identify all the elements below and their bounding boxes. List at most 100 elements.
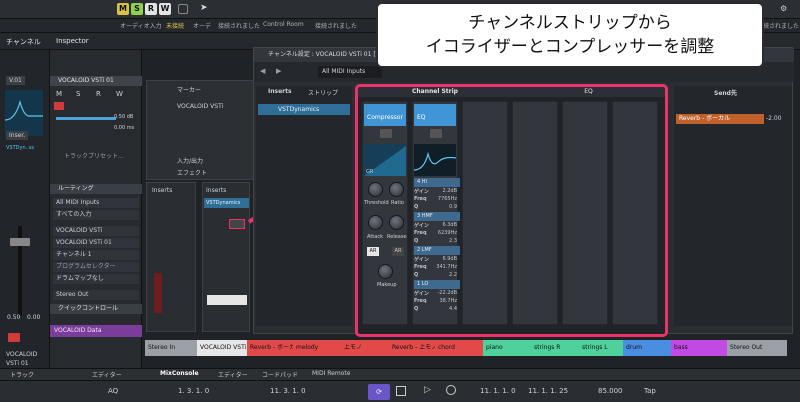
tab-midi-remote[interactable]: MIDI Remote [312, 370, 350, 377]
tab-editor[interactable]: エディター [218, 370, 248, 379]
track-color-segment[interactable]: 上モノ [341, 340, 389, 356]
tab-track[interactable]: トラック [10, 370, 34, 379]
routing-section[interactable]: ルーティング [50, 184, 142, 194]
inserts-tab[interactable]: Inserts [268, 88, 292, 95]
send-slot[interactable]: Reverb - ボーカル [676, 114, 764, 124]
tap-button[interactable]: Tap [644, 387, 656, 395]
marker-track[interactable]: マーカー [177, 85, 201, 94]
sends-header: Send先 [714, 90, 737, 97]
track-color-segment[interactable]: strings R [531, 340, 579, 356]
track-color-segment[interactable]: melody [293, 340, 341, 356]
output-channel-select[interactable]: チャンネル 1 [53, 250, 139, 260]
track-color-bar: Stereo InVOCALOID VSTi 01Reverb - ボーカルme… [145, 340, 800, 356]
program-selector[interactable]: プログラムセレクター [53, 262, 139, 272]
sends-pane: Send先 Reverb - ボーカル -2.00 [674, 86, 792, 326]
track-color-segment[interactable]: chord [435, 340, 483, 356]
forward-icon[interactable]: ▶ [276, 67, 281, 75]
volume-fader[interactable] [10, 238, 30, 246]
read-mode-button[interactable]: R [145, 3, 157, 15]
track-color-segment[interactable]: Reverb - ボーカル [247, 340, 293, 356]
callout-line-2: イコライザーとコンプレッサーを調整 [425, 37, 715, 57]
mixer-inserts-label: Inserts [152, 187, 173, 194]
drum-map-select[interactable]: ドラムマップなし [53, 274, 139, 284]
output-select[interactable]: VOCALOID VSTi [53, 226, 139, 236]
tempo-value[interactable]: 85.000 [598, 387, 623, 395]
track-color-segment[interactable]: piano [483, 340, 531, 356]
left-col-title: チャンネル [6, 38, 41, 46]
status-item: オーディオ入力 [120, 23, 162, 30]
midi-input-select[interactable]: All MIDI Inputs [53, 198, 139, 208]
solo-mode-button[interactable]: S [131, 3, 143, 15]
routing-label: ルーティング [58, 185, 94, 192]
position-end[interactable]: 11. 1. 1. 25 [528, 387, 568, 395]
record-button[interactable] [8, 333, 20, 342]
mixer-inserts-label: Inserts [206, 187, 227, 194]
status-item: オーデ [193, 23, 212, 30]
callout-line-1: チャンネルストリップから [468, 13, 672, 33]
insert-slot-vstdynamics[interactable]: VSTDynamics [204, 198, 249, 208]
stereo-out-select[interactable]: Stereo Out [53, 290, 139, 300]
input-channel-select[interactable]: すべての入力 [53, 210, 139, 220]
play-button[interactable]: ▷ [424, 385, 431, 395]
status-item: Control Room [263, 21, 304, 28]
pan-value: 0.00 [27, 314, 41, 321]
highlight-box [355, 84, 668, 337]
level-meter [154, 273, 162, 313]
tab-editor-left[interactable]: エディター [92, 370, 122, 379]
solo-button[interactable]: S [76, 90, 80, 98]
volume-slider[interactable] [56, 117, 116, 120]
stop-button[interactable] [396, 386, 406, 396]
settings-icon[interactable]: ⚙ [780, 4, 787, 13]
position-mid[interactable]: 11. 3. 1. 0 [270, 387, 306, 395]
track-name: VOCALOID [6, 351, 38, 358]
ms-row: M S R W [54, 90, 134, 100]
tab-mixconsole[interactable]: MixConsole [160, 370, 199, 377]
cycle-button[interactable]: ⟳ [368, 384, 390, 400]
track-color-segment[interactable]: Reverb - 上モノ [389, 340, 435, 356]
position-right[interactable]: 11. 1. 1. 0 [480, 387, 516, 395]
tab-chordpad[interactable]: コードパッド [262, 370, 298, 379]
track-color-segment[interactable]: Stereo In [145, 340, 197, 356]
track-preset[interactable]: トラックプリセット... [64, 151, 124, 160]
write-mode-button[interactable]: W [159, 3, 171, 15]
inspector-track-header[interactable]: VOCALOID VSTi 01 [50, 76, 142, 86]
track-color-segment[interactable]: VOCALOID VSTi 01 [197, 340, 247, 356]
midi-input-dropdown[interactable]: All MIDI Inputs [318, 66, 382, 78]
record-enable-button[interactable] [54, 102, 64, 110]
track-color-segment[interactable]: bass [671, 340, 727, 356]
send-level[interactable]: -2.00 [766, 115, 782, 122]
track-color-segment[interactable]: Stereo Out [727, 340, 787, 356]
channel-name-chip [207, 295, 247, 305]
version-label: V.01 [6, 76, 25, 85]
write-button[interactable]: W [116, 90, 123, 98]
mute-button[interactable]: M [56, 90, 62, 98]
inspector-panel: VOCALOID VSTi 01 M S R W 0.50 dB 0.00 ms… [50, 50, 142, 370]
status-item: 接続されました [218, 23, 261, 30]
callout-box: チャンネルストリップから イコライザーとコンプレッサーを調整 [376, 2, 764, 68]
mute-mode-button[interactable]: M [117, 3, 129, 15]
track-color-segment[interactable]: strings L [579, 340, 623, 356]
output-instance-select[interactable]: VOCALOID VSTi 01 [53, 238, 139, 248]
track-name: VSTi 01 [6, 360, 29, 367]
bottom-tabs: トラック エディター MixConsole エディター コードパッド MIDI … [0, 368, 800, 380]
quick-control-section[interactable]: クイックコントロール [50, 304, 142, 314]
strip-tab[interactable]: ストリップ [308, 88, 338, 97]
read-button[interactable]: R [96, 90, 101, 98]
back-icon[interactable]: ◀ [260, 67, 265, 75]
insert-vstdynamics[interactable]: VSTDynamics [258, 104, 350, 115]
quick-control-label: クイックコントロール [58, 305, 119, 312]
status-item: 接続されました [315, 23, 358, 30]
bypass-icon[interactable] [229, 219, 245, 229]
track-label[interactable]: VOCALOID VSTi [177, 103, 223, 110]
fader-value: 0.50 [7, 314, 21, 321]
aq-label[interactable]: AQ [108, 387, 118, 395]
effect-label: エフェクト [177, 170, 208, 177]
insert-slot[interactable]: VSTDyn..ss [6, 145, 34, 151]
volume-value: 0.50 dB [114, 114, 134, 120]
inspector-track-name: VOCALOID VSTi 01 [58, 77, 114, 84]
position-left[interactable]: 1. 3. 1. 0 [178, 387, 209, 395]
pointer-icon[interactable]: ➤ [200, 3, 208, 13]
grid-icon[interactable] [178, 4, 188, 14]
record-transport-button[interactable] [446, 385, 456, 395]
track-color-segment[interactable]: drum [623, 340, 671, 356]
